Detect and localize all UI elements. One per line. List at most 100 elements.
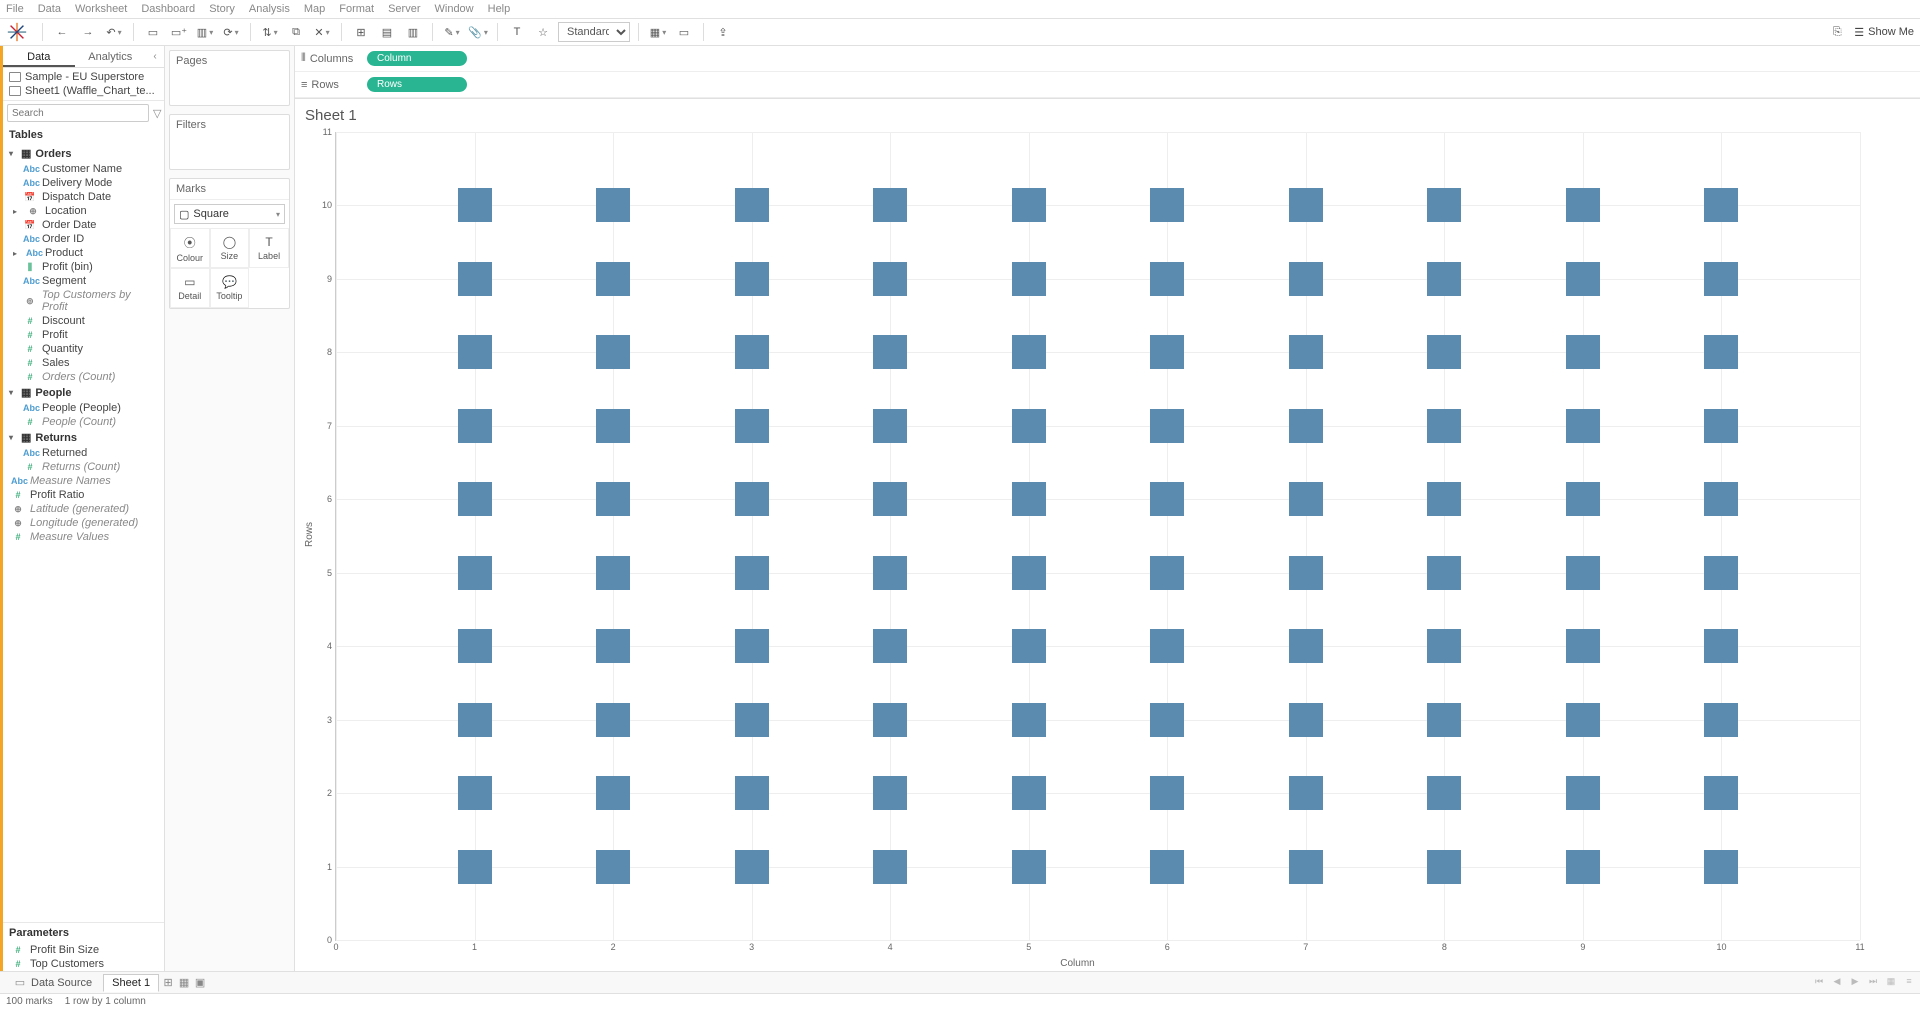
chart-mark[interactable] — [1012, 850, 1046, 884]
collapse-sidebar-icon[interactable]: ‹ — [146, 46, 164, 67]
chart-mark[interactable] — [596, 409, 630, 443]
chart-mark[interactable] — [1012, 262, 1046, 296]
chart-mark[interactable] — [1704, 556, 1738, 590]
menu-dashboard[interactable]: Dashboard — [141, 3, 195, 15]
pages-shelf[interactable]: Pages — [169, 50, 290, 106]
chart-mark[interactable] — [1704, 629, 1738, 663]
chart-mark[interactable] — [596, 335, 630, 369]
tab-analytics[interactable]: Analytics — [75, 46, 147, 67]
chart-mark[interactable] — [1289, 850, 1323, 884]
chart-mark[interactable] — [1289, 703, 1323, 737]
chart-mark[interactable] — [1427, 850, 1461, 884]
sheet-title[interactable]: Sheet 1 — [295, 99, 1920, 128]
fit-select[interactable]: Standard — [558, 22, 630, 42]
chart-mark[interactable] — [596, 188, 630, 222]
chart-mark[interactable] — [1704, 262, 1738, 296]
datasource-item[interactable]: Sheet1 (Waffle_Chart_te... — [3, 84, 164, 98]
chart-mark[interactable] — [1427, 776, 1461, 810]
chart-plot[interactable]: 0123456789101101234567891011 — [335, 132, 1860, 941]
chart-mark[interactable] — [1704, 703, 1738, 737]
chart-mark[interactable] — [873, 188, 907, 222]
chart-mark[interactable] — [596, 556, 630, 590]
field-item[interactable]: ▸AbcProduct — [3, 246, 164, 260]
chart-mark[interactable] — [1150, 776, 1184, 810]
mark-label-button[interactable]: TLabel — [249, 228, 289, 268]
show-me-button[interactable]: ☰ Show Me — [1854, 26, 1914, 39]
columns-pill[interactable]: Column — [367, 51, 467, 66]
show-sheets-button[interactable]: ≡ — [1902, 976, 1916, 990]
chart-mark[interactable] — [1012, 776, 1046, 810]
chart-mark[interactable] — [1427, 188, 1461, 222]
next-tab-button[interactable]: ▶ — [1848, 976, 1862, 990]
guide-button[interactable]: ⎘ — [1826, 21, 1848, 43]
rows-shelf[interactable]: ≡Rows Rows — [295, 72, 1920, 98]
datasource-item[interactable]: Sample - EU Superstore — [3, 70, 164, 84]
chart-mark[interactable] — [1150, 188, 1184, 222]
tab-data[interactable]: Data — [3, 46, 75, 67]
back-button[interactable]: ← — [51, 21, 73, 43]
chart-mark[interactable] — [1427, 556, 1461, 590]
chart-mark[interactable] — [873, 556, 907, 590]
chart-mark[interactable] — [458, 482, 492, 516]
chart-mark[interactable] — [458, 262, 492, 296]
chart-mark[interactable] — [873, 262, 907, 296]
chart-mark[interactable] — [1704, 776, 1738, 810]
chart-mark[interactable] — [1289, 188, 1323, 222]
chart-mark[interactable] — [1289, 335, 1323, 369]
last-tab-button[interactable]: ⏭ — [1866, 976, 1880, 990]
chart-mark[interactable] — [1566, 188, 1600, 222]
chart-mark[interactable] — [735, 482, 769, 516]
chart-mark[interactable] — [873, 482, 907, 516]
search-input[interactable] — [7, 104, 149, 122]
chart-mark[interactable] — [1704, 482, 1738, 516]
field-item[interactable]: AbcReturned — [3, 446, 164, 460]
save-button[interactable]: ▭ — [142, 21, 164, 43]
chart-mark[interactable] — [1427, 703, 1461, 737]
filter-icon[interactable]: ▽ — [153, 107, 161, 120]
field-item[interactable]: #Measure Values — [3, 530, 164, 544]
chart-mark[interactable] — [1012, 629, 1046, 663]
table-group[interactable]: ▾▦Returns — [3, 429, 164, 446]
chart-mark[interactable] — [1150, 262, 1184, 296]
chart-mark[interactable] — [1566, 409, 1600, 443]
sort-asc-button[interactable]: ▤ — [376, 21, 398, 43]
chart-mark[interactable] — [735, 776, 769, 810]
chart-mark[interactable] — [458, 850, 492, 884]
group-button[interactable]: ⊞ — [350, 21, 372, 43]
field-item[interactable]: #Profit Ratio — [3, 488, 164, 502]
menu-data[interactable]: Data — [38, 3, 61, 15]
chart-mark[interactable] — [873, 776, 907, 810]
chart-mark[interactable] — [735, 850, 769, 884]
chart-mark[interactable] — [1150, 850, 1184, 884]
highlight-button[interactable]: ✎ — [441, 21, 463, 43]
field-item[interactable]: AbcDelivery Mode — [3, 176, 164, 190]
field-item[interactable]: #Discount — [3, 314, 164, 328]
chart-mark[interactable] — [1012, 335, 1046, 369]
chart-mark[interactable] — [1150, 703, 1184, 737]
chart-mark[interactable] — [1566, 556, 1600, 590]
chart-mark[interactable] — [596, 703, 630, 737]
chart-mark[interactable] — [458, 556, 492, 590]
field-item[interactable]: #People (Count) — [3, 415, 164, 429]
chart-mark[interactable] — [873, 703, 907, 737]
new-worksheet-button[interactable]: ▥ — [194, 21, 216, 43]
chart-mark[interactable] — [458, 629, 492, 663]
chart-mark[interactable] — [1150, 482, 1184, 516]
chart-mark[interactable] — [873, 409, 907, 443]
clear-button[interactable]: ✕ — [311, 21, 333, 43]
field-item[interactable]: #Quantity — [3, 342, 164, 356]
swap-button[interactable]: ⇅ — [259, 21, 281, 43]
chart-mark[interactable] — [596, 262, 630, 296]
chart-mark[interactable] — [1704, 409, 1738, 443]
sheet-tab[interactable]: Sheet 1 — [103, 974, 159, 992]
sort-desc-button[interactable]: ▥ — [402, 21, 424, 43]
chart-mark[interactable] — [458, 335, 492, 369]
chart-mark[interactable] — [1289, 262, 1323, 296]
chart-mark[interactable] — [735, 262, 769, 296]
chart-mark[interactable] — [1427, 262, 1461, 296]
mark-tooltip-button[interactable]: 💬Tooltip — [210, 268, 250, 308]
refresh-button[interactable]: ⟳ — [220, 21, 242, 43]
first-tab-button[interactable]: ⏮ — [1812, 976, 1826, 990]
new-data-button[interactable]: ▭⁺ — [168, 21, 190, 43]
menu-analysis[interactable]: Analysis — [249, 3, 290, 15]
